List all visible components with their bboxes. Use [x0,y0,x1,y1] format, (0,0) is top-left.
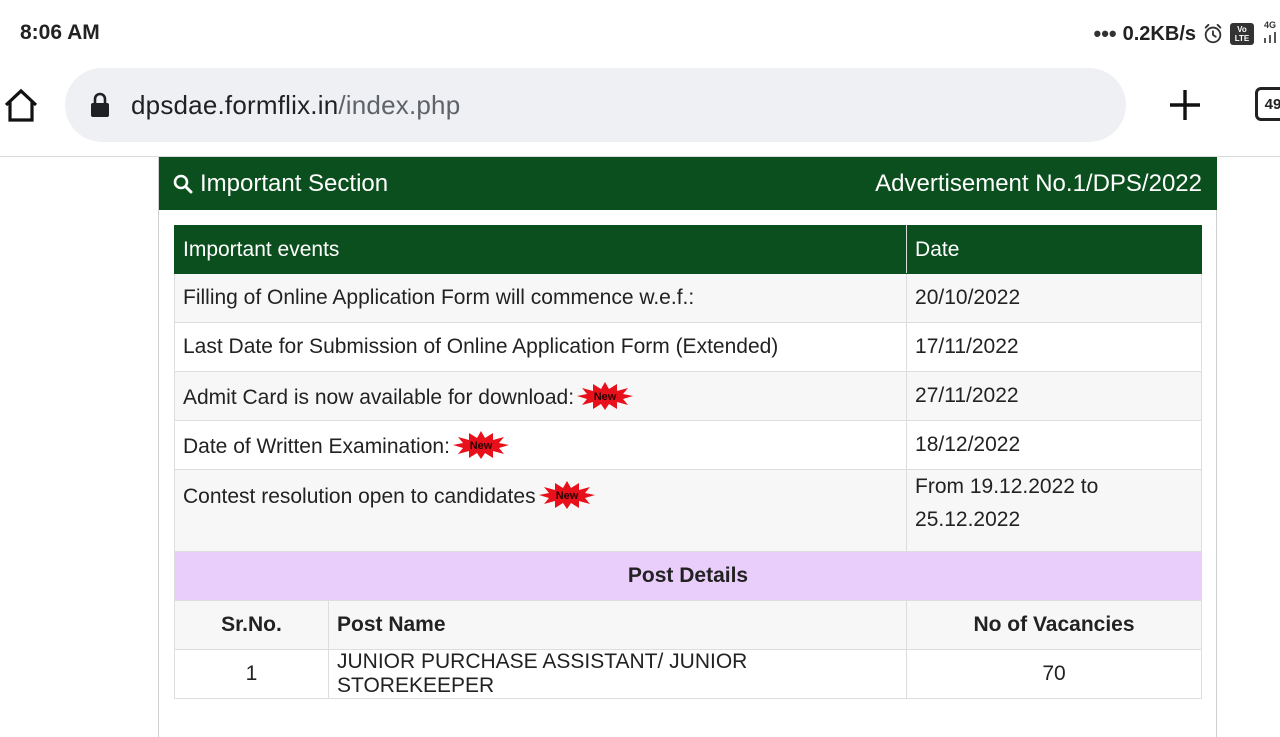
table-row: Admit Card is now available for download… [173,371,1202,421]
panel-title-text: Important Section [200,169,389,197]
home-icon[interactable] [2,87,40,125]
tab-switcher-button[interactable]: 49 [1255,87,1280,121]
events-header-row: Important events Date [173,225,1202,274]
event-cell[interactable]: Admit Card is now available for download… [173,371,908,421]
browser-toolbar: dpsdae.formflix.in/index.php 49 [0,66,1280,157]
event-cell: Last Date for Submission of Online Appli… [173,322,908,372]
new-badge-icon: New [452,431,509,459]
date-cell: 17/11/2022 [906,322,1202,372]
event-cell: Filling of Online Application Form will … [173,273,908,323]
status-indicators: ••• 0.2KB/s Vo LTE 4G [1094,20,1280,48]
panel-header: Important Section Advertisement No.1/DPS… [159,157,1217,210]
network-speed: 0.2KB/s [1122,22,1196,45]
table-row: Contest resolution open to candidates New… [173,469,1202,552]
important-section-panel: Important Section Advertisement No.1/DPS… [158,157,1217,737]
new-badge-icon: New [577,382,634,410]
post-details-heading-row: Post Details [174,551,1202,601]
notification-dots: ••• [1093,21,1117,46]
table-row: Filling of Online Application Form will … [173,273,1202,323]
post-sr-cell: 1 [174,649,329,699]
volte-icon: Vo LTE [1230,23,1254,45]
events-table: Important events Date Filling of Online … [173,225,1202,699]
alarm-icon [1204,23,1222,44]
search-icon [173,174,193,193]
date-cell: 27/11/2022 [906,371,1202,421]
url-path: /index.php [338,89,461,120]
date-cell: 20/10/2022 [906,273,1202,323]
panel-title: Important Section [173,170,388,198]
post-header-sr: Sr.No. [174,600,329,650]
post-vacancies-cell: 70 [906,649,1202,699]
url-host: dpsdae.formflix.in [131,89,339,120]
events-header-date: Date [906,225,1202,274]
new-badge-icon: New [538,481,595,509]
address-bar[interactable]: dpsdae.formflix.in/index.php [65,68,1126,142]
table-row: 1 JUNIOR PURCHASE ASSISTANT/ JUNIOR STOR… [174,649,1202,699]
event-cell[interactable]: Date of Written Examination: New [173,420,908,470]
lock-icon [91,92,109,117]
svg-text:New: New [594,391,617,403]
svg-text:New: New [555,490,578,502]
status-time: 8:06 AM [20,21,100,44]
new-tab-icon[interactable] [1166,86,1204,124]
post-header-name: Post Name [327,600,908,650]
post-details-header-row: Sr.No. Post Name No of Vacancies [174,600,1202,650]
url-text: dpsdae.formflix.in/index.php [131,90,460,121]
events-header-event: Important events [173,225,908,274]
table-row: Date of Written Examination: New 18/12/20… [173,420,1202,470]
post-header-vacancies: No of Vacancies [906,600,1202,650]
post-name-cell: JUNIOR PURCHASE ASSISTANT/ JUNIOR STOREK… [327,649,908,699]
date-cell: From 19.12.2022 to 25.12.2022 [906,469,1202,552]
event-cell[interactable]: Contest resolution open to candidates New [173,469,908,552]
date-cell: 18/12/2022 [906,420,1202,470]
signal-icon: 4G [1260,20,1280,46]
status-bar: 8:06 AM ••• 0.2KB/s Vo LTE 4G [0,0,1280,66]
svg-text:New: New [470,440,493,452]
post-details-title: Post Details [174,551,1202,601]
table-row: Last Date for Submission of Online Appli… [173,322,1202,372]
advertisement-number: Advertisement No.1/DPS/2022 [875,169,1202,197]
